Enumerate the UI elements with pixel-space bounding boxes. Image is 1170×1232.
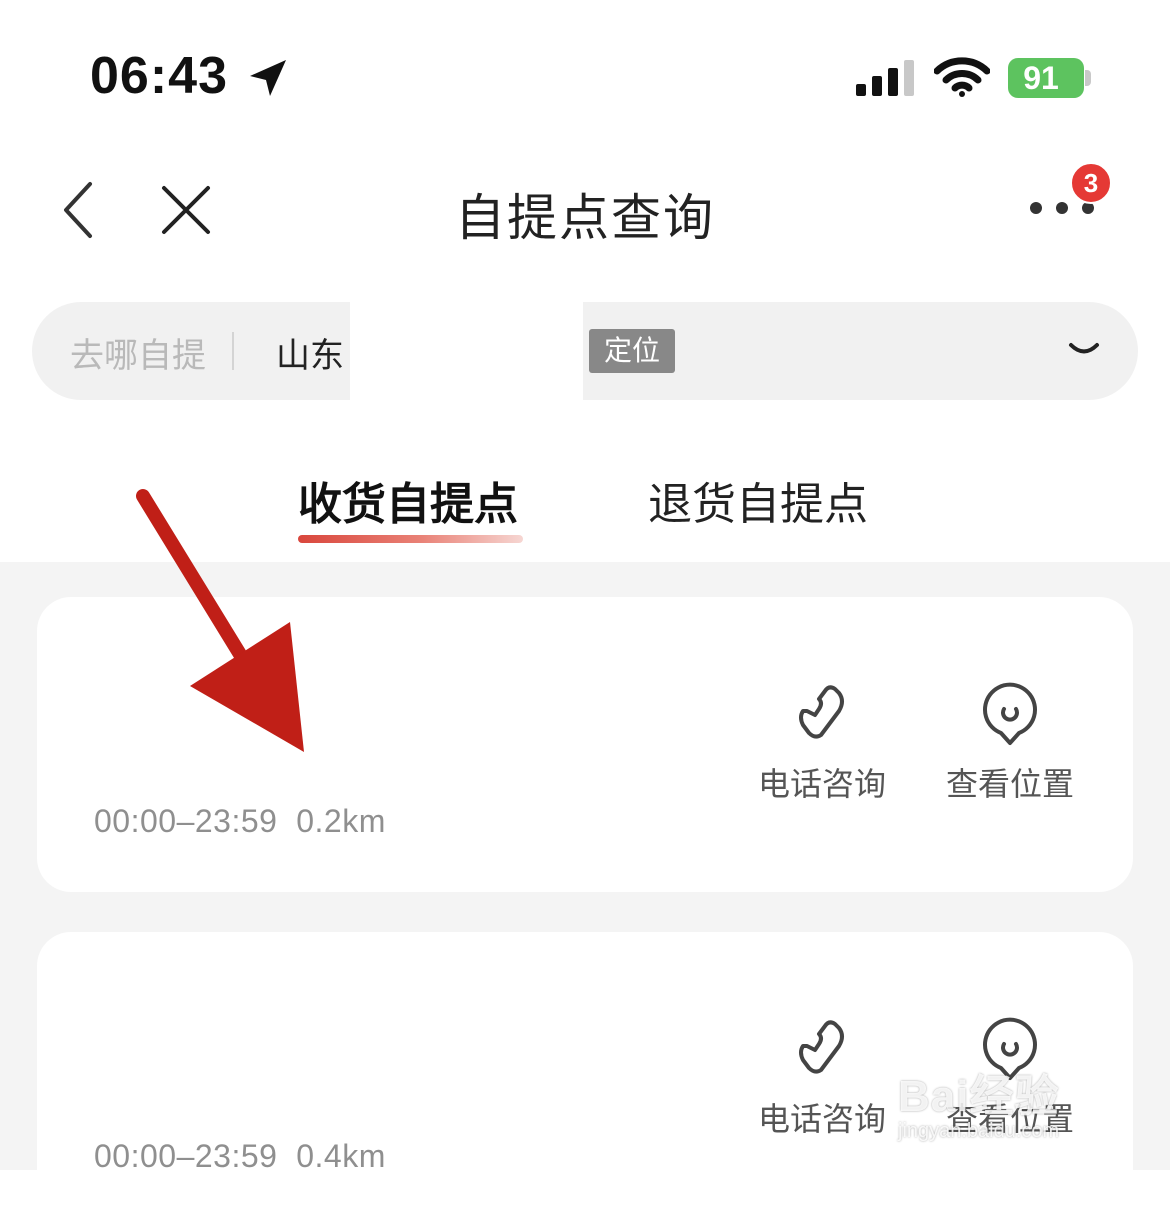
annotation-arrow-icon — [136, 489, 304, 752]
